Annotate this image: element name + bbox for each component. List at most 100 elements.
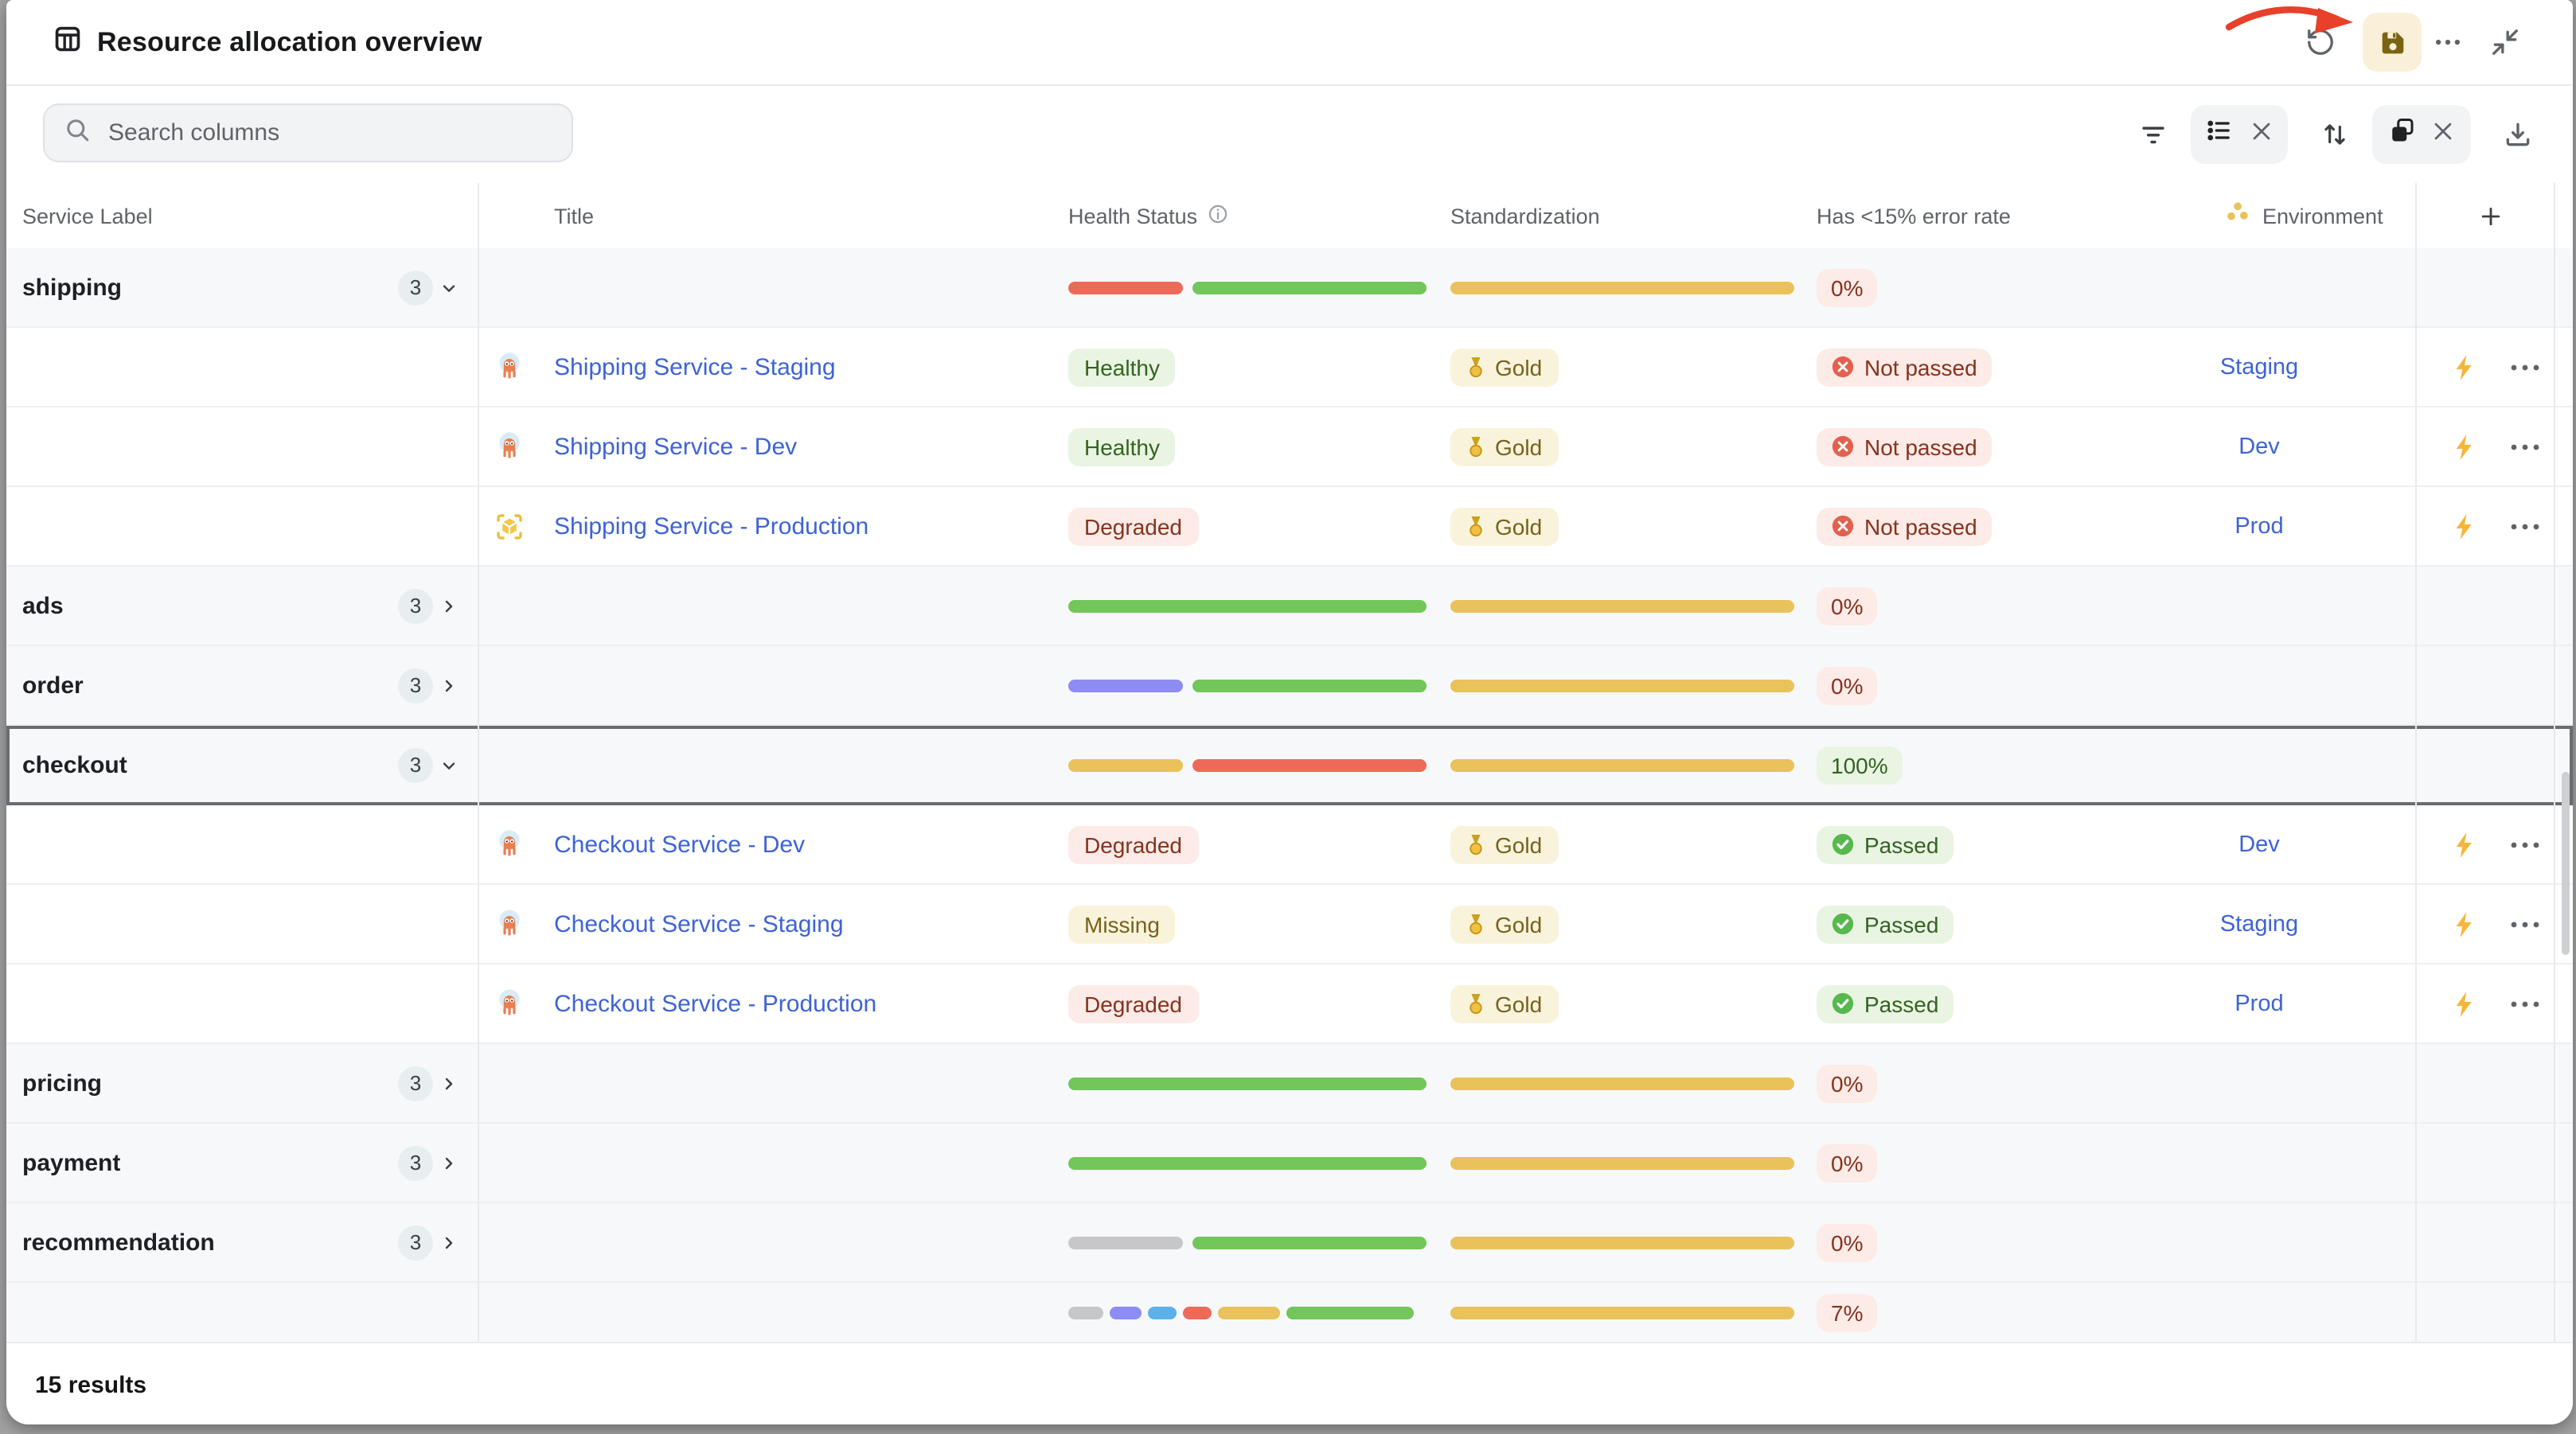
chevron-right-icon[interactable] xyxy=(439,596,459,615)
col-error-rate[interactable]: Has <15% error rate xyxy=(1817,204,2011,228)
col-health-status[interactable]: Health Status xyxy=(1068,202,1229,229)
bar-segment-green xyxy=(1192,281,1427,294)
bolt-icon[interactable] xyxy=(2444,990,2484,1017)
standardization-badge: Gold xyxy=(1450,905,1558,943)
row-more-icon[interactable] xyxy=(2501,919,2549,929)
row-more-icon[interactable] xyxy=(2501,521,2549,531)
bar-segment-gold xyxy=(1450,1077,1794,1089)
results-count: 15 results xyxy=(35,1371,146,1398)
bolt-icon[interactable] xyxy=(2444,910,2484,937)
filter-button[interactable] xyxy=(2125,107,2180,161)
error-rate-badge: Passed xyxy=(1817,825,1953,863)
clear-list-icon[interactable] xyxy=(2249,119,2273,150)
environment-link[interactable]: Staging xyxy=(2132,354,2387,380)
group-row-shipping[interactable]: shipping30% xyxy=(6,248,2573,328)
health-status-badge: Healthy xyxy=(1068,348,1176,386)
chevron-right-icon[interactable] xyxy=(439,1233,459,1252)
summary-row[interactable]: 7% xyxy=(6,1283,2573,1342)
service-row[interactable]: Checkout Service - ProductionDegradedGol… xyxy=(6,964,2573,1044)
service-row[interactable]: Shipping Service - ProductionDegradedGol… xyxy=(6,487,2573,567)
service-title-link[interactable]: Checkout Service - Production xyxy=(554,990,876,1017)
service-row[interactable]: Checkout Service - StagingMissingGoldPas… xyxy=(6,885,2573,964)
group-row-payment[interactable]: payment30% xyxy=(6,1124,2573,1203)
chevron-down-icon[interactable] xyxy=(439,278,459,297)
download-icon xyxy=(2502,119,2532,149)
bolt-icon[interactable] xyxy=(2444,512,2484,540)
medal-icon xyxy=(1466,515,1485,537)
vertical-scrollbar[interactable] xyxy=(2562,772,2570,955)
search-input[interactable] xyxy=(105,118,552,148)
col-standardization[interactable]: Standardization xyxy=(1450,204,1600,228)
sort-icon xyxy=(2319,119,2349,149)
col-title[interactable]: Title xyxy=(554,204,594,228)
bolt-icon[interactable] xyxy=(2444,831,2484,858)
environment-link[interactable]: Dev xyxy=(2132,832,2387,857)
standardization-bar xyxy=(1450,1236,1794,1249)
error-rate-badge: 100% xyxy=(1817,746,1903,784)
error-rate-badge: 0% xyxy=(1817,1144,1877,1182)
standardization-bar xyxy=(1450,679,1794,692)
more-button[interactable] xyxy=(2418,13,2477,72)
page-title: Resource allocation overview xyxy=(97,26,482,58)
count-badge: 3 xyxy=(398,1225,433,1260)
standardization-bar xyxy=(1450,1077,1794,1089)
undo-button[interactable] xyxy=(2291,13,2350,72)
standardization-bar xyxy=(1450,281,1794,294)
service-title-link[interactable]: Checkout Service - Dev xyxy=(554,831,805,858)
environment-link[interactable]: Dev xyxy=(2132,434,2387,459)
col-environment[interactable]: Environment xyxy=(2224,199,2383,232)
service-title-link[interactable]: Checkout Service - Staging xyxy=(554,910,844,937)
row-more-icon[interactable] xyxy=(2501,362,2549,372)
group-row-order[interactable]: order30% xyxy=(6,646,2573,726)
chevron-right-icon[interactable] xyxy=(439,676,459,695)
group-row-pricing[interactable]: pricing30% xyxy=(6,1044,2573,1124)
bar-segment-purple xyxy=(1110,1306,1142,1319)
service-title-link[interactable]: Shipping Service - Dev xyxy=(554,433,797,460)
chevron-down-icon[interactable] xyxy=(439,755,459,774)
bolt-icon[interactable] xyxy=(2444,433,2484,460)
sort-button[interactable] xyxy=(2307,107,2361,161)
group-copy-icon[interactable] xyxy=(2387,116,2416,153)
health-status-bar xyxy=(1068,1306,1414,1319)
group-row-ads[interactable]: ads30% xyxy=(6,567,2573,646)
service-title-link[interactable]: Shipping Service - Staging xyxy=(554,353,836,380)
download-button[interactable] xyxy=(2490,107,2544,161)
chevron-right-icon[interactable] xyxy=(439,1153,459,1172)
health-status-bar xyxy=(1068,1156,1427,1169)
search-box[interactable] xyxy=(43,103,573,162)
standardization-badge: Gold xyxy=(1450,348,1558,386)
bar-segment-green xyxy=(1192,679,1427,692)
group-copy-toggle[interactable] xyxy=(2372,105,2471,164)
add-column-button[interactable] xyxy=(2468,204,2512,228)
group-row-checkout[interactable]: checkout3100% xyxy=(6,726,2573,805)
save-button[interactable] xyxy=(2363,13,2422,72)
list-view-icon[interactable] xyxy=(2206,116,2234,153)
group-row-recommendation[interactable]: recommendation30% xyxy=(6,1203,2573,1283)
chevron-right-icon[interactable] xyxy=(439,1074,459,1093)
standardization-badge: Gold xyxy=(1450,507,1558,545)
bar-segment-gold xyxy=(1218,1306,1280,1319)
row-more-icon[interactable] xyxy=(2501,840,2549,849)
bar-segment-gold xyxy=(1450,1236,1794,1249)
x-circle-icon xyxy=(1831,355,1855,379)
bolt-icon[interactable] xyxy=(2444,353,2484,380)
environment-link[interactable]: Staging xyxy=(2132,911,2387,937)
environment-link[interactable]: Prod xyxy=(2132,991,2387,1016)
service-title-link[interactable]: Shipping Service - Production xyxy=(554,512,868,540)
col-service-label[interactable]: Service Label xyxy=(22,204,153,228)
list-view-toggle[interactable] xyxy=(2191,105,2288,164)
row-more-icon[interactable] xyxy=(2501,999,2549,1008)
service-row[interactable]: Shipping Service - DevHealthyGoldNot pas… xyxy=(6,407,2573,487)
info-icon[interactable] xyxy=(1207,202,1229,229)
error-rate-badge: 0% xyxy=(1817,666,1877,704)
row-more-icon[interactable] xyxy=(2501,442,2549,451)
environment-link[interactable]: Prod xyxy=(2132,513,2387,539)
collapse-button[interactable] xyxy=(2476,13,2535,72)
service-row[interactable]: Shipping Service - StagingHealthyGoldNot… xyxy=(6,328,2573,407)
x-circle-icon xyxy=(1831,434,1855,458)
bar-segment-gold xyxy=(1068,758,1183,771)
service-row[interactable]: Checkout Service - DevDegradedGoldPassed… xyxy=(6,805,2573,885)
clear-group-icon[interactable] xyxy=(2432,119,2456,150)
error-rate-badge: Passed xyxy=(1817,984,1953,1023)
standardization-badge: Gold xyxy=(1450,984,1558,1023)
